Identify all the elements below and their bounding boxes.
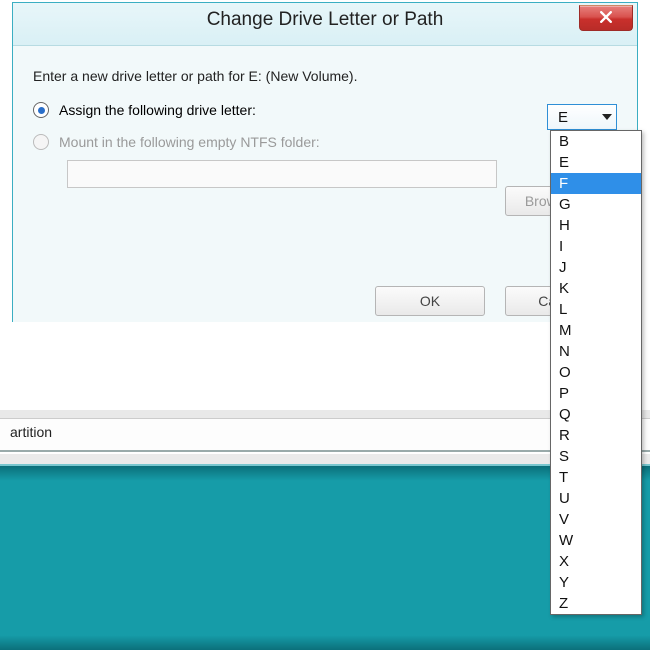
drive-letter-option[interactable]: T	[551, 467, 641, 488]
titlebar: Change Drive Letter or Path	[13, 3, 637, 46]
drive-letter-option[interactable]: S	[551, 446, 641, 467]
drive-letter-option[interactable]: F	[551, 173, 641, 194]
drive-letter-option[interactable]: X	[551, 551, 641, 572]
partition-label: artition	[10, 424, 52, 440]
option-mount-row[interactable]: Mount in the following empty NTFS folder…	[33, 134, 617, 150]
option-mount-label: Mount in the following empty NTFS folder…	[59, 134, 320, 150]
ok-button[interactable]: OK	[375, 286, 485, 316]
drive-letter-dropdown[interactable]: BEFGHIJKLMNOPQRSTUVWXYZ	[550, 130, 642, 615]
drive-letter-option[interactable]: V	[551, 509, 641, 530]
drive-letter-option[interactable]: Q	[551, 404, 641, 425]
drive-letter-option[interactable]: O	[551, 362, 641, 383]
drive-letter-option[interactable]: K	[551, 278, 641, 299]
option-assign-label: Assign the following drive letter:	[59, 102, 256, 118]
prompt-text: Enter a new drive letter or path for E: …	[33, 68, 617, 84]
option-assign-row[interactable]: Assign the following drive letter:	[33, 102, 617, 118]
drive-letter-option[interactable]: Z	[551, 593, 641, 614]
drive-letter-option[interactable]: I	[551, 236, 641, 257]
mount-path-input	[67, 160, 497, 188]
drive-letter-option[interactable]: N	[551, 341, 641, 362]
drive-letter-combobox[interactable]: E	[547, 104, 617, 130]
drive-letter-option[interactable]: U	[551, 488, 641, 509]
drive-letter-option[interactable]: Y	[551, 572, 641, 593]
drive-letter-option[interactable]: W	[551, 530, 641, 551]
dialog-body: Enter a new drive letter or path for E: …	[13, 46, 637, 322]
close-icon	[600, 10, 612, 26]
ok-button-label: OK	[420, 293, 440, 309]
drive-letter-value: E	[558, 109, 568, 126]
radio-assign[interactable]	[33, 102, 49, 118]
drive-letter-option[interactable]: P	[551, 383, 641, 404]
drive-letter-option[interactable]: H	[551, 215, 641, 236]
radio-mount[interactable]	[33, 134, 49, 150]
drive-letter-option[interactable]: L	[551, 299, 641, 320]
close-button[interactable]	[579, 5, 633, 31]
chevron-down-icon	[602, 114, 612, 120]
drive-letter-option[interactable]: E	[551, 152, 641, 173]
drive-letter-option[interactable]: R	[551, 425, 641, 446]
drive-letter-option[interactable]: J	[551, 257, 641, 278]
dialog-title: Change Drive Letter or Path	[207, 9, 444, 31]
drive-letter-option[interactable]: G	[551, 194, 641, 215]
change-drive-letter-dialog: Change Drive Letter or Path Enter a new …	[12, 2, 638, 322]
drive-letter-option[interactable]: B	[551, 131, 641, 152]
drive-letter-option[interactable]: M	[551, 320, 641, 341]
